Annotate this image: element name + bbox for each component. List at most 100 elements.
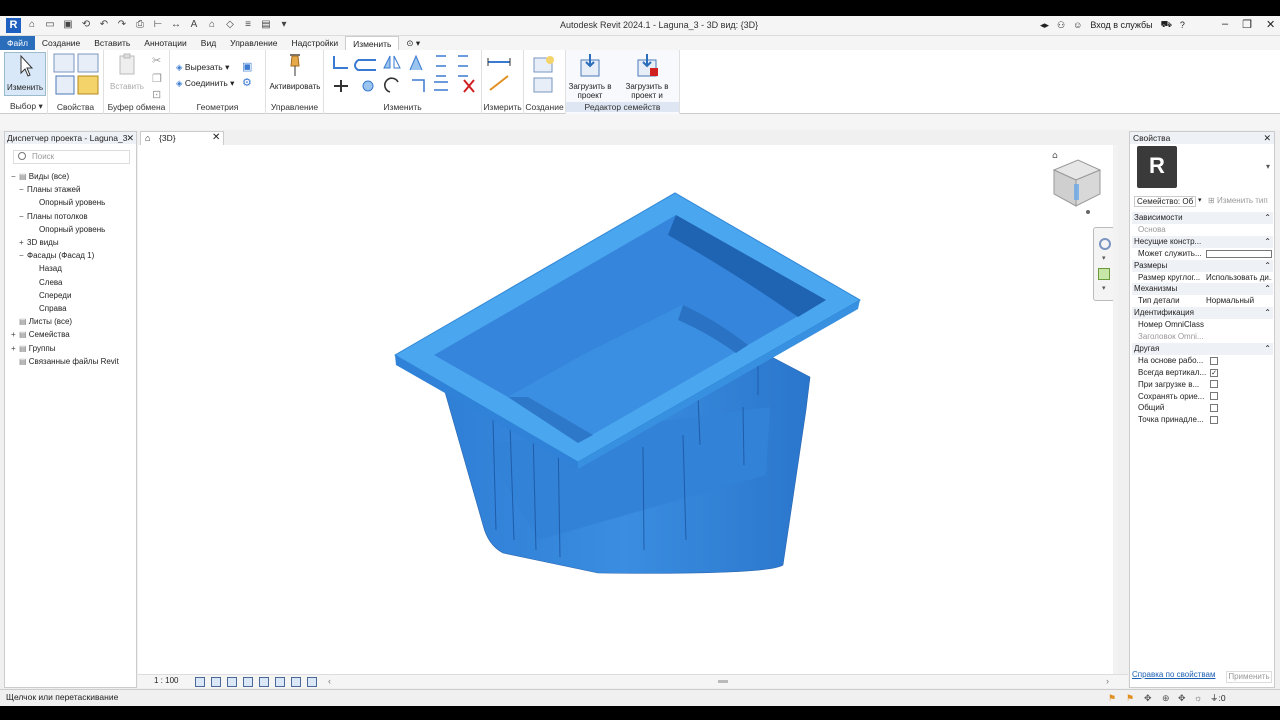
view-scale[interactable]: 1 : 100 <box>154 676 178 685</box>
steering-wheel-icon[interactable] <box>1099 238 1111 250</box>
select-pinned-icon[interactable]: ✥ <box>1144 693 1154 703</box>
property-value[interactable] <box>1206 402 1272 414</box>
checkbox[interactable] <box>1210 356 1218 365</box>
property-value[interactable] <box>1206 248 1272 260</box>
close-icon[interactable]: ✕ <box>212 132 220 143</box>
open-icon[interactable]: ▭ <box>44 19 56 31</box>
print-icon[interactable]: ⎙ <box>134 19 146 31</box>
property-group[interactable]: Другая ⌃ <box>1132 342 1273 355</box>
collapse-icon[interactable]: ⌃ <box>1264 236 1271 248</box>
sun-path-icon[interactable] <box>227 677 237 687</box>
3d-viewport[interactable]: ⌂ ▾ ▾ <box>138 145 1118 674</box>
browser-tree-item[interactable]: − ▤ Виды (все) <box>11 171 69 183</box>
browser-tree-item[interactable]: − Планы этажей <box>19 184 80 196</box>
property-row[interactable]: На основе рабо... <box>1132 355 1273 367</box>
geometry-icon-2[interactable]: ⚙ <box>242 76 256 89</box>
modify-button[interactable]: Изменить <box>4 52 46 96</box>
revit-logo-icon[interactable]: R <box>6 18 21 33</box>
help-icon[interactable]: ? <box>1180 20 1185 30</box>
select-by-face-icon[interactable]: ⊕ <box>1162 693 1172 703</box>
close-icon[interactable]: ✕ <box>126 132 134 144</box>
tab-view[interactable]: Вид <box>194 36 223 50</box>
render-icon[interactable] <box>259 677 269 687</box>
browser-tree-item[interactable]: Опорный уровень <box>31 224 105 236</box>
tab-create[interactable]: Создание <box>35 36 87 50</box>
geometry-icon[interactable]: ▣ <box>242 60 256 73</box>
property-row[interactable]: Тип детали Нормальный <box>1132 295 1273 307</box>
browser-tree-item[interactable]: + ▤ Группы <box>11 343 55 355</box>
properties-icon[interactable] <box>52 52 100 98</box>
drag-elements-icon[interactable]: ✥ <box>1178 693 1188 703</box>
tree-toggle-icon[interactable]: + <box>19 237 27 249</box>
collapse-icon[interactable]: ⌃ <box>1264 307 1271 319</box>
binoculars-icon[interactable]: ⚇ <box>1057 20 1065 31</box>
property-value[interactable] <box>1206 355 1272 367</box>
3d-view-icon[interactable]: ⌂ <box>206 19 218 31</box>
panel-select-label[interactable]: Выбор ▾ <box>0 101 47 112</box>
expand-icon[interactable]: ◂▸ <box>1040 20 1049 31</box>
checkbox[interactable] <box>1210 404 1218 413</box>
tree-toggle-icon[interactable]: − <box>19 211 27 223</box>
edit-type-button[interactable]: ⊞ Изменить тип <box>1208 196 1268 205</box>
checkbox[interactable] <box>1210 380 1218 389</box>
tab-modify[interactable]: Изменить <box>345 36 400 50</box>
checkbox[interactable] <box>1210 392 1218 401</box>
tab-addins[interactable]: Надстройки <box>284 36 345 50</box>
property-group[interactable]: Несущие констр... ⌃ <box>1132 235 1273 248</box>
property-row[interactable]: При загрузке в... <box>1132 379 1273 391</box>
apply-button[interactable]: Применить <box>1226 671 1272 683</box>
tab-more-icon[interactable]: ⊙ ▾ <box>399 36 427 50</box>
switch-windows-icon[interactable]: ▤ <box>260 19 272 31</box>
browser-search-input[interactable]: Поиск <box>13 150 130 164</box>
filter-count[interactable]: ⏚:0 <box>1210 692 1226 704</box>
close-icon[interactable]: ✕ <box>1263 132 1271 144</box>
browser-tree-item[interactable]: Справа <box>31 303 67 315</box>
collapse-icon[interactable]: ⌃ <box>1264 283 1271 295</box>
property-group[interactable]: Размеры ⌃ <box>1132 259 1273 272</box>
tab-manage[interactable]: Управление <box>223 36 284 50</box>
measure-tools-icon[interactable] <box>486 56 520 96</box>
property-row[interactable]: Сохранять орие... <box>1132 391 1273 403</box>
section-icon[interactable]: ◇ <box>224 19 236 31</box>
zoom-icon[interactable] <box>1098 268 1110 280</box>
tree-toggle-icon[interactable]: + <box>11 329 19 341</box>
checkbox[interactable]: ✓ <box>1210 368 1218 377</box>
sign-in-button[interactable]: Вход в службы <box>1090 20 1152 30</box>
load-and-close-button[interactable]: Загрузить в проект и закрыть <box>616 52 678 109</box>
save-icon[interactable]: ▣ <box>62 19 74 31</box>
close-icon[interactable]: ✕ <box>1266 18 1275 31</box>
customize-qat-icon[interactable]: ▾ <box>278 19 290 31</box>
paste-button[interactable]: Вставить <box>110 52 144 91</box>
chevron-down-icon[interactable]: ▾ <box>1102 254 1106 262</box>
collapse-icon[interactable]: ⌃ <box>1264 212 1271 224</box>
tree-toggle-icon[interactable]: + <box>11 343 19 355</box>
tree-toggle-icon[interactable]: − <box>19 250 27 262</box>
join-button[interactable]: ◈ Соединить ▾ <box>176 78 234 89</box>
property-row[interactable]: Может служить... <box>1132 248 1273 260</box>
background-process-icon[interactable]: ☼ <box>1194 693 1204 703</box>
thin-lines-icon[interactable]: ≡ <box>242 19 254 31</box>
browser-tree-item[interactable]: +3D виды <box>19 237 59 249</box>
properties-help-link[interactable]: Справка по свойствам <box>1132 670 1215 679</box>
tree-toggle-icon[interactable]: − <box>11 171 19 183</box>
chevron-down-icon[interactable]: ▾ <box>1198 196 1202 204</box>
select-underlay-icon[interactable]: ⚑ <box>1126 693 1136 703</box>
vertical-scrollbar[interactable] <box>1113 145 1118 674</box>
tab-file[interactable]: Файл <box>0 36 35 50</box>
property-value[interactable]: ✓ <box>1206 367 1272 379</box>
dimension-icon[interactable]: ↔ <box>170 19 182 31</box>
home-icon[interactable]: ⌂ <box>26 19 38 31</box>
chevron-down-icon[interactable]: ▾ <box>1266 162 1270 171</box>
maximize-icon[interactable]: ❐ <box>1242 18 1252 31</box>
property-row[interactable]: Точка принадле... <box>1132 414 1273 426</box>
family-selector[interactable]: Семейство: Об <box>1134 196 1196 207</box>
property-row[interactable]: Номер OmniClass <box>1132 319 1273 331</box>
browser-tree-item[interactable]: ▤ Листы (все) <box>11 316 72 328</box>
property-value[interactable]: Нормальный <box>1206 295 1272 307</box>
sync-icon[interactable]: ⟲ <box>80 19 92 31</box>
checkbox[interactable] <box>1206 249 1272 258</box>
scissors-icon[interactable]: ✂ <box>152 54 166 67</box>
tab-annotate[interactable]: Аннотации <box>137 36 194 50</box>
checkbox[interactable] <box>1210 416 1218 425</box>
browser-tree-item[interactable]: Спереди <box>31 290 71 302</box>
